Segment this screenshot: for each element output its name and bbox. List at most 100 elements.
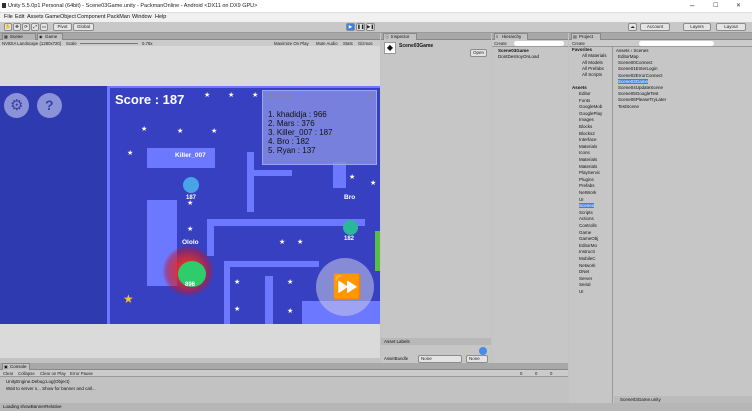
layers-dropdown[interactable]: Layers	[683, 23, 711, 31]
error-pause-button[interactable]: Error Pause	[70, 370, 93, 377]
project-folder[interactable]: Editor	[579, 91, 591, 96]
pause-button[interactable]: ❚❚	[356, 23, 365, 31]
project-folder[interactable]: NetWork	[579, 190, 596, 195]
menu-component[interactable]: Component	[77, 14, 105, 20]
project-folder[interactable]: Fonts	[579, 98, 590, 103]
assetbundle-dropdown[interactable]: None	[418, 355, 462, 363]
project-folder[interactable]: Blocks2	[579, 131, 595, 136]
menu-gameobject[interactable]: GameObject	[45, 14, 76, 20]
project-search-input[interactable]	[639, 41, 714, 46]
rect-tool-icon[interactable]: ▭	[40, 23, 48, 31]
label-tag-icon[interactable]	[479, 347, 487, 355]
project-folder[interactable]: Materials	[579, 144, 597, 149]
hierarchy-item[interactable]: DontDestroyOnLoad	[498, 54, 539, 59]
project-folder[interactable]: DNet	[579, 269, 589, 274]
console-clear-button[interactable]: Clear	[3, 370, 13, 377]
settings-gear-icon[interactable]: ⚙	[4, 93, 29, 118]
help-question-icon[interactable]: ?	[37, 93, 62, 118]
scene-asset-item[interactable]: Scene03Game	[618, 78, 649, 84]
project-folder[interactable]: Actions	[579, 216, 594, 221]
project-folder[interactable]: Scripts	[579, 210, 593, 215]
project-folder[interactable]: GameObj	[579, 236, 598, 241]
global-toggle[interactable]: Global	[73, 23, 94, 31]
project-folder[interactable]: Plugins	[579, 177, 594, 182]
hierarchy-search-input[interactable]	[514, 41, 564, 46]
tab-hierarchy[interactable]: ≡ Hierarchy	[494, 33, 528, 40]
menu-window[interactable]: Window	[132, 14, 152, 20]
warning-count[interactable]: 0	[535, 370, 537, 377]
maximize-button[interactable]: ☐	[713, 2, 718, 9]
menu-assets[interactable]: Assets	[27, 14, 44, 20]
project-folder[interactable]: Images	[579, 117, 594, 122]
menu-packman[interactable]: PackMan	[107, 14, 130, 20]
project-folder[interactable]: Blocks	[579, 124, 592, 129]
minimize-button[interactable]: –	[690, 1, 694, 10]
project-folder[interactable]: Materials	[579, 157, 597, 162]
open-button[interactable]: Open	[470, 49, 487, 57]
scale-slider[interactable]	[80, 43, 138, 44]
project-folder[interactable]: Serial	[579, 282, 591, 287]
boost-button[interactable]: ⏩	[316, 258, 374, 316]
favorite-item[interactable]: All Scripts	[582, 72, 602, 77]
scene-asset-item[interactable]: TestScene	[618, 104, 639, 109]
project-folder[interactable]: PlayServic	[579, 170, 600, 175]
tab-project[interactable]: ▤ Project	[571, 33, 601, 40]
project-folder[interactable]: MobileC	[579, 256, 596, 261]
project-folder[interactable]: GooglePlay	[579, 111, 602, 116]
play-button[interactable]: ▶	[346, 23, 355, 31]
project-folder[interactable]: Instructi	[579, 249, 595, 254]
scene-asset-item[interactable]: EditorMap	[618, 54, 639, 59]
project-folder[interactable]: Scenes	[579, 203, 595, 209]
tab-game[interactable]: ◉ Game	[37, 33, 63, 40]
scene-asset-item[interactable]: Scene04UpdateScene	[618, 85, 663, 90]
project-folder[interactable]: Network	[579, 263, 596, 268]
project-folder[interactable]: Interface	[579, 137, 597, 142]
scene-asset-item[interactable]: Scene06PleaseTryLater	[618, 97, 666, 102]
project-folder[interactable]: Server	[579, 276, 592, 281]
scene-asset-item[interactable]: Scene01EnterLogin	[618, 66, 658, 71]
console-log-line[interactable]: Wait to server s... Show for banner and …	[6, 386, 96, 391]
favorites-label[interactable]: Favorites	[572, 47, 592, 52]
assetbundle-variant-dropdown[interactable]: None	[466, 355, 488, 363]
scene-asset-item[interactable]: Scene05GoogleTest	[618, 91, 659, 96]
scene-asset-item[interactable]: Scene00Connect	[618, 60, 653, 65]
console-collapse-button[interactable]: Collapse	[18, 370, 35, 377]
rotate-tool-icon[interactable]: ⟳	[22, 23, 30, 31]
project-folder[interactable]: Game	[579, 230, 591, 235]
project-folder[interactable]: Prefabs	[579, 183, 595, 188]
close-button[interactable]: ✕	[736, 2, 741, 9]
hand-tool-icon[interactable]: ✋	[4, 23, 12, 31]
pivot-toggle[interactable]: Pivot	[53, 23, 72, 31]
favorite-item[interactable]: All Models	[582, 60, 603, 65]
project-folder[interactable]: UI	[579, 197, 584, 202]
error-count[interactable]: 0	[550, 370, 552, 377]
favorite-item[interactable]: All Materials	[582, 53, 607, 58]
project-folder[interactable]: Materials	[579, 164, 597, 169]
menu-edit[interactable]: Edit	[15, 14, 24, 20]
step-button[interactable]: ▶❚	[366, 23, 375, 31]
assets-label[interactable]: Assets	[572, 85, 587, 90]
project-folder[interactable]: Icons	[579, 150, 590, 155]
console-log-line[interactable]: UnityEngine.Debug:Log(Object)	[6, 379, 70, 384]
log-count[interactable]: 0	[520, 370, 522, 377]
tab-console[interactable]: ▣ Console	[2, 363, 30, 370]
tab-inspector[interactable]: ⓘ Inspector	[383, 33, 417, 40]
project-create-dropdown[interactable]: Create	[572, 40, 585, 47]
menu-file[interactable]: File	[4, 14, 13, 20]
favorite-item[interactable]: All Prefabs	[582, 66, 604, 71]
project-folder[interactable]: Controlls	[579, 223, 597, 228]
tab-scene[interactable]: ▦ Scene	[2, 33, 36, 40]
layout-dropdown[interactable]: Layout	[716, 23, 746, 31]
move-tool-icon[interactable]: ✥	[13, 23, 21, 31]
hierarchy-create-dropdown[interactable]: Create	[494, 40, 507, 47]
project-folder[interactable]: UI	[579, 289, 584, 294]
cloud-button[interactable]: ☁	[628, 23, 637, 31]
project-folder[interactable]: EditorMo	[579, 243, 597, 248]
clear-on-play-button[interactable]: Clear on Play	[40, 370, 66, 377]
scene-asset-item[interactable]: Scene02ErrorConnect	[618, 73, 663, 78]
hierarchy-item[interactable]: Scene03Game	[498, 48, 529, 53]
project-folder[interactable]: GoogleMob	[579, 104, 602, 109]
account-dropdown[interactable]: Account	[640, 23, 670, 31]
scale-tool-icon[interactable]: ⤢	[31, 23, 39, 31]
menu-help[interactable]: Help	[155, 14, 166, 20]
